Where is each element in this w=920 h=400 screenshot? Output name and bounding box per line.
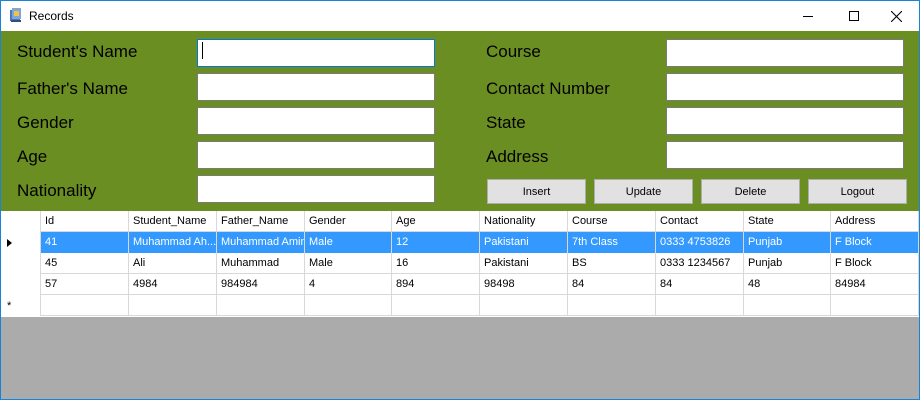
close-icon xyxy=(890,10,902,22)
cell-nationality[interactable]: Pakistani xyxy=(480,232,568,253)
logout-button[interactable]: Logout xyxy=(808,179,907,204)
cell-address[interactable]: F Block xyxy=(831,253,919,274)
cell-address[interactable] xyxy=(831,295,919,316)
contact-number-label: Contact Number xyxy=(486,79,610,98)
cell-gender[interactable]: Male xyxy=(305,232,392,253)
student-name-label: Student's Name xyxy=(17,42,138,61)
text-caret xyxy=(202,42,203,59)
column-header-state[interactable]: State xyxy=(744,211,831,232)
cell-course[interactable]: 84 xyxy=(568,274,656,295)
cell-age[interactable]: 12 xyxy=(392,232,480,253)
cell-state[interactable] xyxy=(744,295,831,316)
father-name-input[interactable] xyxy=(197,73,435,101)
column-header-course[interactable]: Course xyxy=(568,211,656,232)
header-corner xyxy=(1,211,41,232)
cell-state[interactable]: 48 xyxy=(744,274,831,295)
table-row[interactable]: 57 4984 984984 4 894 98498 84 84 48 8498… xyxy=(1,274,919,295)
cell-gender[interactable] xyxy=(305,295,392,316)
age-input[interactable] xyxy=(197,141,435,169)
row-pointer-icon xyxy=(7,238,12,247)
contact-number-input[interactable] xyxy=(666,73,904,101)
cell-address[interactable]: 84984 xyxy=(831,274,919,295)
window-title: Records xyxy=(29,9,74,23)
cell-nationality[interactable] xyxy=(480,295,568,316)
cell-father-name[interactable]: Muhammad xyxy=(217,253,305,274)
table-row[interactable]: 45 Ali Muhammad Male 16 Pakistani BS 033… xyxy=(1,253,919,274)
cell-age[interactable] xyxy=(392,295,480,316)
course-label: Course xyxy=(486,42,541,61)
cell-id[interactable]: 57 xyxy=(41,274,129,295)
state-input[interactable] xyxy=(666,107,904,135)
course-input[interactable] xyxy=(666,39,904,67)
cell-state[interactable]: Punjab xyxy=(744,232,831,253)
gender-input[interactable] xyxy=(197,107,435,135)
close-button[interactable] xyxy=(873,1,919,31)
cell-student-name[interactable] xyxy=(129,295,217,316)
minimize-icon xyxy=(803,16,813,17)
cell-father-name[interactable] xyxy=(217,295,305,316)
new-row[interactable]: * xyxy=(1,295,919,316)
current-row-indicator[interactable] xyxy=(1,232,41,253)
cell-contact[interactable]: 0333 4753826 xyxy=(656,232,744,253)
nationality-input[interactable] xyxy=(197,175,435,203)
cell-nationality[interactable]: Pakistani xyxy=(480,253,568,274)
maximize-icon xyxy=(849,11,859,21)
column-header-contact[interactable]: Contact xyxy=(656,211,744,232)
app-icon xyxy=(9,8,23,23)
cell-id[interactable]: 45 xyxy=(41,253,129,274)
grid-header-row: Id Student_Name Father_Name Gender Age N… xyxy=(1,211,919,232)
cell-gender[interactable]: 4 xyxy=(305,274,392,295)
father-name-label: Father's Name xyxy=(17,79,128,98)
record-form: Student's Name Father's Name Gender Age … xyxy=(1,31,919,211)
cell-contact[interactable]: 84 xyxy=(656,274,744,295)
cell-father-name[interactable]: Muhammad Amin xyxy=(217,232,305,253)
cell-gender[interactable]: Male xyxy=(305,253,392,274)
row-header[interactable] xyxy=(1,274,41,295)
cell-student-name[interactable]: Muhammad Ah... xyxy=(129,232,217,253)
cell-age[interactable]: 894 xyxy=(392,274,480,295)
cell-course[interactable]: BS xyxy=(568,253,656,274)
column-header-gender[interactable]: Gender xyxy=(305,211,392,232)
column-header-id[interactable]: Id xyxy=(41,211,129,232)
cell-contact[interactable] xyxy=(656,295,744,316)
student-name-input[interactable] xyxy=(197,39,435,67)
records-window: Records Student's Name Father's Name Gen… xyxy=(0,0,920,400)
cell-id[interactable]: 41 xyxy=(41,232,129,253)
nationality-label: Nationality xyxy=(17,181,97,200)
update-button[interactable]: Update xyxy=(594,179,693,204)
cell-age[interactable]: 16 xyxy=(392,253,480,274)
table-row[interactable]: 41 Muhammad Ah... Muhammad Amin Male 12 … xyxy=(1,232,919,253)
delete-button[interactable]: Delete xyxy=(701,179,800,204)
new-row-marker[interactable]: * xyxy=(1,295,41,316)
gender-label: Gender xyxy=(17,113,74,132)
column-header-age[interactable]: Age xyxy=(392,211,480,232)
insert-button[interactable]: Insert xyxy=(487,179,586,204)
minimize-button[interactable] xyxy=(785,1,831,31)
cell-father-name[interactable]: 984984 xyxy=(217,274,305,295)
maximize-button[interactable] xyxy=(831,1,877,31)
cell-nationality[interactable]: 98498 xyxy=(480,274,568,295)
column-header-father-name[interactable]: Father_Name xyxy=(217,211,305,232)
column-header-nationality[interactable]: Nationality xyxy=(480,211,568,232)
cell-id[interactable] xyxy=(41,295,129,316)
age-label: Age xyxy=(17,147,48,166)
cell-course[interactable]: 7th Class xyxy=(568,232,656,253)
row-header[interactable] xyxy=(1,253,41,274)
address-label: Address xyxy=(486,147,549,166)
records-grid[interactable]: Id Student_Name Father_Name Gender Age N… xyxy=(1,211,919,317)
state-label: State xyxy=(486,113,526,132)
column-header-address[interactable]: Address xyxy=(831,211,919,232)
cell-state[interactable]: Punjab xyxy=(744,253,831,274)
cell-student-name[interactable]: Ali xyxy=(129,253,217,274)
cell-address[interactable]: F Block xyxy=(831,232,919,253)
address-input[interactable] xyxy=(666,141,904,169)
cell-course[interactable] xyxy=(568,295,656,316)
column-header-student-name[interactable]: Student_Name xyxy=(129,211,217,232)
cell-contact[interactable]: 0333 1234567 xyxy=(656,253,744,274)
cell-student-name[interactable]: 4984 xyxy=(129,274,217,295)
title-bar: Records xyxy=(1,1,919,31)
